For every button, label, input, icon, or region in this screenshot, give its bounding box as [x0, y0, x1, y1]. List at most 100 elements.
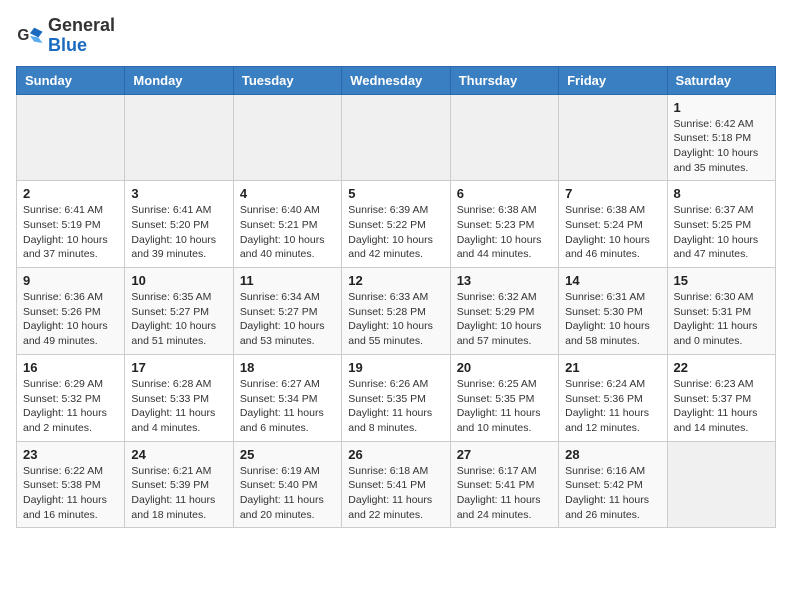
day-info: Sunrise: 6:23 AM Sunset: 5:37 PM Dayligh…: [674, 377, 769, 436]
calendar-cell: 13Sunrise: 6:32 AM Sunset: 5:29 PM Dayli…: [450, 268, 558, 355]
calendar-cell: 27 Sunrise: 6:17 AM Sunset: 5:41 PM Dayli…: [450, 441, 558, 528]
calendar-week-row: 9 Sunrise: 6:36 AM Sunset: 5:26 PM Daylig…: [17, 268, 776, 355]
day-info: Sunrise: 6:31 AM Sunset: 5:30 PM Dayligh…: [565, 290, 660, 349]
logo-text: GeneralBlue: [48, 16, 115, 56]
day-info: Sunrise: 6:28 AM Sunset: 5:33 PM Dayligh…: [131, 377, 226, 436]
day-number: 19: [348, 360, 443, 375]
calendar-cell: 17 Sunrise: 6:28 AM Sunset: 5:33 PM Dayli…: [125, 354, 233, 441]
day-info: Sunrise: 6:17 AM Sunset: 5:41 PM Dayligh…: [457, 464, 552, 523]
calendar-cell: 9 Sunrise: 6:36 AM Sunset: 5:26 PM Daylig…: [17, 268, 125, 355]
day-number: 9: [23, 273, 118, 288]
day-info: Sunrise: 6:24 AM Sunset: 5:36 PM Dayligh…: [565, 377, 660, 436]
page-header: G GeneralBlue: [16, 16, 776, 56]
day-number: 27: [457, 447, 552, 462]
day-number: 3: [131, 186, 226, 201]
calendar-week-row: 1Sunrise: 6:42 AM Sunset: 5:18 PM Daylig…: [17, 94, 776, 181]
day-number: 28: [565, 447, 660, 462]
day-info: Sunrise: 6:41 AM Sunset: 5:20 PM Dayligh…: [131, 203, 226, 262]
calendar-week-row: 2 Sunrise: 6:41 AM Sunset: 5:19 PM Daylig…: [17, 181, 776, 268]
calendar-cell: 19 Sunrise: 6:26 AM Sunset: 5:35 PM Dayli…: [342, 354, 450, 441]
day-number: 7: [565, 186, 660, 201]
calendar-cell: 3 Sunrise: 6:41 AM Sunset: 5:20 PM Daylig…: [125, 181, 233, 268]
day-number: 17: [131, 360, 226, 375]
day-info: Sunrise: 6:19 AM Sunset: 5:40 PM Dayligh…: [240, 464, 335, 523]
calendar-week-row: 16Sunrise: 6:29 AM Sunset: 5:32 PM Dayli…: [17, 354, 776, 441]
day-info: Sunrise: 6:21 AM Sunset: 5:39 PM Dayligh…: [131, 464, 226, 523]
calendar-cell: 26 Sunrise: 6:18 AM Sunset: 5:41 PM Dayli…: [342, 441, 450, 528]
calendar-cell: [342, 94, 450, 181]
day-info: Sunrise: 6:36 AM Sunset: 5:26 PM Dayligh…: [23, 290, 118, 349]
day-info: Sunrise: 6:35 AM Sunset: 5:27 PM Dayligh…: [131, 290, 226, 349]
day-number: 2: [23, 186, 118, 201]
day-number: 26: [348, 447, 443, 462]
calendar-cell: 10 Sunrise: 6:35 AM Sunset: 5:27 PM Dayli…: [125, 268, 233, 355]
calendar-header-row: SundayMondayTuesdayWednesdayThursdayFrid…: [17, 66, 776, 94]
calendar-cell: 8 Sunrise: 6:37 AM Sunset: 5:25 PM Daylig…: [667, 181, 775, 268]
calendar-cell: [667, 441, 775, 528]
logo-icon: G: [16, 22, 44, 50]
day-info: Sunrise: 6:38 AM Sunset: 5:24 PM Dayligh…: [565, 203, 660, 262]
day-number: 8: [674, 186, 769, 201]
calendar-cell: [17, 94, 125, 181]
calendar-cell: 4 Sunrise: 6:40 AM Sunset: 5:21 PM Daylig…: [233, 181, 341, 268]
day-number: 14: [565, 273, 660, 288]
logo: G GeneralBlue: [16, 16, 115, 56]
day-of-week-header: Wednesday: [342, 66, 450, 94]
day-number: 10: [131, 273, 226, 288]
day-number: 23: [23, 447, 118, 462]
day-number: 18: [240, 360, 335, 375]
calendar-cell: 14 Sunrise: 6:31 AM Sunset: 5:30 PM Dayli…: [559, 268, 667, 355]
calendar-cell: 23 Sunrise: 6:22 AM Sunset: 5:38 PM Dayli…: [17, 441, 125, 528]
calendar-cell: 1Sunrise: 6:42 AM Sunset: 5:18 PM Daylig…: [667, 94, 775, 181]
day-info: Sunrise: 6:37 AM Sunset: 5:25 PM Dayligh…: [674, 203, 769, 262]
calendar-cell: 16Sunrise: 6:29 AM Sunset: 5:32 PM Dayli…: [17, 354, 125, 441]
day-number: 5: [348, 186, 443, 201]
calendar-cell: 24 Sunrise: 6:21 AM Sunset: 5:39 PM Dayli…: [125, 441, 233, 528]
day-number: 22: [674, 360, 769, 375]
day-of-week-header: Monday: [125, 66, 233, 94]
calendar-cell: 11 Sunrise: 6:34 AM Sunset: 5:27 PM Dayli…: [233, 268, 341, 355]
day-number: 15: [674, 273, 769, 288]
calendar-cell: 21Sunrise: 6:24 AM Sunset: 5:36 PM Dayli…: [559, 354, 667, 441]
day-info: Sunrise: 6:30 AM Sunset: 5:31 PM Dayligh…: [674, 290, 769, 349]
day-number: 12: [348, 273, 443, 288]
calendar-cell: 22 Sunrise: 6:23 AM Sunset: 5:37 PM Dayli…: [667, 354, 775, 441]
day-info: Sunrise: 6:26 AM Sunset: 5:35 PM Dayligh…: [348, 377, 443, 436]
day-info: Sunrise: 6:34 AM Sunset: 5:27 PM Dayligh…: [240, 290, 335, 349]
calendar-cell: [233, 94, 341, 181]
calendar-cell: 6 Sunrise: 6:38 AM Sunset: 5:23 PM Daylig…: [450, 181, 558, 268]
day-info: Sunrise: 6:25 AM Sunset: 5:35 PM Dayligh…: [457, 377, 552, 436]
calendar-cell: 25 Sunrise: 6:19 AM Sunset: 5:40 PM Dayli…: [233, 441, 341, 528]
calendar-cell: [559, 94, 667, 181]
day-number: 11: [240, 273, 335, 288]
day-of-week-header: Saturday: [667, 66, 775, 94]
day-number: 16: [23, 360, 118, 375]
day-number: 25: [240, 447, 335, 462]
day-of-week-header: Friday: [559, 66, 667, 94]
day-of-week-header: Thursday: [450, 66, 558, 94]
calendar-cell: 20 Sunrise: 6:25 AM Sunset: 5:35 PM Dayli…: [450, 354, 558, 441]
day-info: Sunrise: 6:38 AM Sunset: 5:23 PM Dayligh…: [457, 203, 552, 262]
calendar-cell: 18 Sunrise: 6:27 AM Sunset: 5:34 PM Dayli…: [233, 354, 341, 441]
calendar-cell: [125, 94, 233, 181]
calendar-cell: 15 Sunrise: 6:30 AM Sunset: 5:31 PM Dayli…: [667, 268, 775, 355]
calendar-cell: 2 Sunrise: 6:41 AM Sunset: 5:19 PM Daylig…: [17, 181, 125, 268]
day-number: 4: [240, 186, 335, 201]
calendar-cell: 28 Sunrise: 6:16 AM Sunset: 5:42 PM Dayli…: [559, 441, 667, 528]
day-number: 6: [457, 186, 552, 201]
calendar-cell: 7 Sunrise: 6:38 AM Sunset: 5:24 PM Daylig…: [559, 181, 667, 268]
day-number: 20: [457, 360, 552, 375]
calendar-cell: 12Sunrise: 6:33 AM Sunset: 5:28 PM Dayli…: [342, 268, 450, 355]
day-info: Sunrise: 6:16 AM Sunset: 5:42 PM Dayligh…: [565, 464, 660, 523]
calendar-cell: [450, 94, 558, 181]
day-info: Sunrise: 6:41 AM Sunset: 5:19 PM Dayligh…: [23, 203, 118, 262]
calendar: SundayMondayTuesdayWednesdayThursdayFrid…: [16, 66, 776, 529]
day-info: Sunrise: 6:18 AM Sunset: 5:41 PM Dayligh…: [348, 464, 443, 523]
day-info: Sunrise: 6:22 AM Sunset: 5:38 PM Dayligh…: [23, 464, 118, 523]
day-number: 13: [457, 273, 552, 288]
calendar-week-row: 23 Sunrise: 6:22 AM Sunset: 5:38 PM Dayli…: [17, 441, 776, 528]
day-info: Sunrise: 6:27 AM Sunset: 5:34 PM Dayligh…: [240, 377, 335, 436]
day-of-week-header: Sunday: [17, 66, 125, 94]
day-info: Sunrise: 6:40 AM Sunset: 5:21 PM Dayligh…: [240, 203, 335, 262]
day-number: 24: [131, 447, 226, 462]
